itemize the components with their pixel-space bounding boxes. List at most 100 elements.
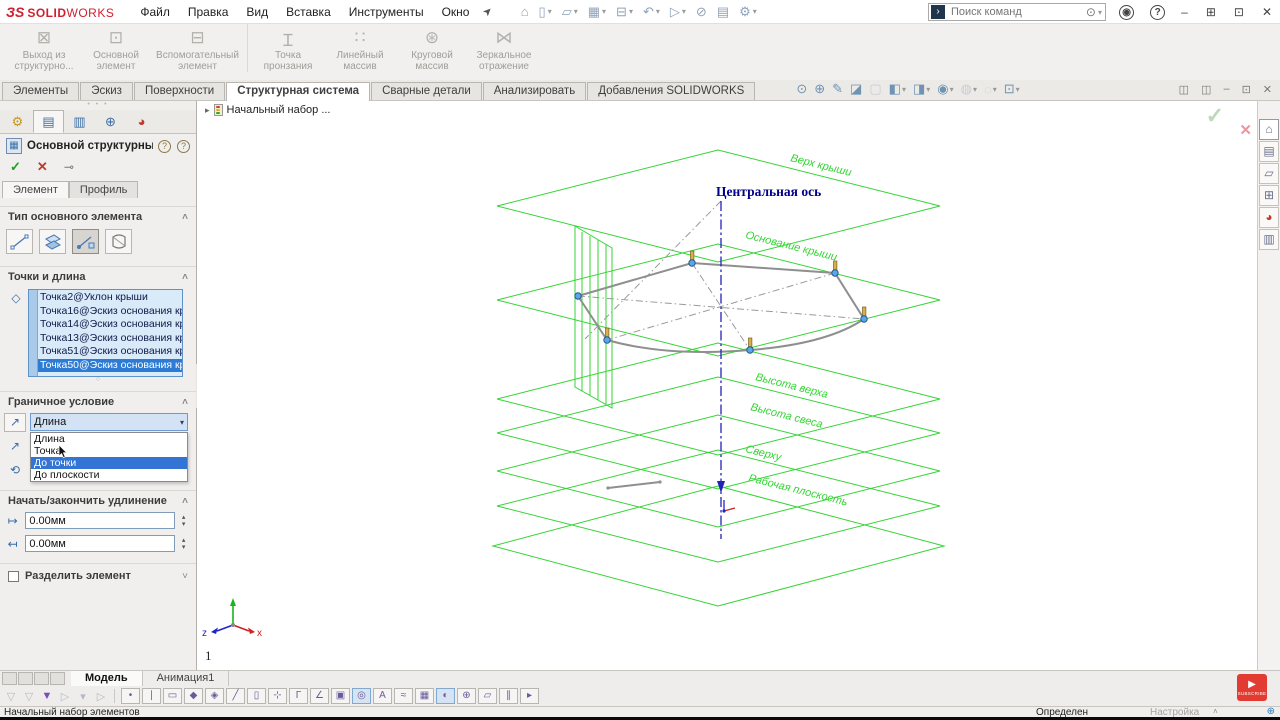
doc-minimize-button[interactable]: – <box>1223 83 1229 96</box>
filter-hatch-icon[interactable]: ▦ <box>415 688 434 704</box>
whats-new-icon[interactable]: ? <box>158 140 171 153</box>
filter-faces-icon[interactable]: ▭ <box>163 688 182 704</box>
filter-solids-icon[interactable]: ◆ <box>184 688 203 704</box>
split-member-checkbox[interactable] <box>8 571 19 582</box>
point-list-item[interactable]: Точка14@Эскиз основания крыши <box>38 318 182 332</box>
end-extend-spinner[interactable]: ▴▾ <box>179 537 188 551</box>
sketch-point[interactable] <box>832 270 838 276</box>
pm-tab-profile[interactable]: Профиль <box>69 181 139 198</box>
section-boundary-header[interactable]: Граничное условие ˄ <box>0 391 196 410</box>
search-caret-icon[interactable]: ▾ <box>1098 8 1102 17</box>
primary-member-button[interactable]: ⊡ Основной элемент <box>80 24 152 72</box>
custom-properties-icon[interactable]: ▥ <box>1259 229 1279 250</box>
filter-toggle-icon[interactable]: ▼ <box>40 690 54 703</box>
linear-pattern-button[interactable]: ∷ Линейный массив <box>324 24 396 72</box>
tab-sketch[interactable]: Эскиз <box>80 82 133 100</box>
filter-section-icon[interactable]: ◐ <box>436 688 455 704</box>
member-type-point-length-button[interactable] <box>72 229 99 254</box>
sketch-point[interactable] <box>575 293 581 299</box>
pane-right-button[interactable]: ◫ <box>1201 83 1211 96</box>
close-button[interactable]: ✕ <box>1262 5 1272 19</box>
panel-grip[interactable]: • • • <box>0 101 196 110</box>
section-extend-header[interactable]: Начать/закончить удлинение ˄ <box>0 490 196 509</box>
help-icon[interactable]: ? <box>177 140 190 153</box>
apply-scene-icon[interactable]: ◌▾ <box>984 82 997 97</box>
menu-item[interactable]: Вид <box>246 5 268 19</box>
filter-all-icon[interactable]: ▽ <box>22 690 36 703</box>
attach-icon[interactable]: ⊘ <box>696 4 707 20</box>
pin-icon[interactable]: ➤ <box>480 4 496 20</box>
graphics-viewport[interactable]: Верх крыши Основание крыши Высота верха … <box>197 101 1258 670</box>
dropdown-option[interactable]: До плоскости <box>31 469 187 481</box>
point-list-item[interactable]: Точка2@Уклон крыши <box>38 291 182 305</box>
circular-pattern-button[interactable]: ⊛ Круговой массив <box>396 24 468 72</box>
previous-view-icon[interactable]: ▢ <box>869 81 881 97</box>
edit-appearance-icon[interactable]: ◍▾ <box>961 81 977 97</box>
restore-button[interactable]: ⊡ <box>1234 5 1244 19</box>
user-account-icon[interactable]: ◉ <box>1119 5 1134 20</box>
save-icon[interactable]: ▦▾ <box>588 4 606 20</box>
ok-button[interactable]: ✓ <box>10 159 21 175</box>
prev-tab-button[interactable] <box>18 672 33 685</box>
menu-item[interactable]: Файл <box>140 5 170 19</box>
propertymanager-tab-icon[interactable]: ▤ <box>33 110 64 133</box>
search-input[interactable] <box>949 5 1086 19</box>
filter-parallel-icon[interactable]: ∥ <box>499 688 518 704</box>
status-caret-icon[interactable]: ˄ <box>1213 707 1218 716</box>
filter-origins-icon[interactable]: ⊹ <box>268 688 287 704</box>
confirm-check-icon[interactable]: ✓ <box>1206 103 1224 129</box>
print-icon[interactable]: ⊟▾ <box>616 4 633 20</box>
home-icon[interactable]: ⌂ <box>521 4 529 19</box>
tab-evaluate[interactable]: Анализировать <box>483 82 586 100</box>
dropdown-option[interactable]: Длина <box>31 433 187 445</box>
dimxpert-tab-icon[interactable]: ⊕ <box>95 110 126 133</box>
filter-text-icon[interactable]: A <box>373 688 392 704</box>
sketch-point[interactable] <box>604 337 610 343</box>
last-tab-button[interactable] <box>50 672 65 685</box>
exit-structure-button[interactable]: ⊠ Выход из структурно... <box>8 24 80 72</box>
dropdown-option[interactable]: До точки <box>31 457 187 469</box>
menu-item[interactable]: Правка <box>188 5 229 19</box>
next-tab-button[interactable] <box>34 672 49 685</box>
appearances-scenes-icon[interactable]: ◕ <box>1259 207 1279 228</box>
tab-model[interactable]: Модель <box>71 671 143 686</box>
open-icon[interactable]: ▱▾ <box>562 4 578 20</box>
dropdown-option[interactable]: Точка <box>31 445 187 457</box>
mirror-button[interactable]: ⋈ Зеркальное отражение <box>468 24 540 72</box>
pierce-point-button[interactable]: Ɪ Точка пронзания <box>252 24 324 72</box>
menu-item[interactable]: Окно <box>442 5 470 19</box>
filter-splines-icon[interactable]: ≈ <box>394 688 413 704</box>
filter-more-icon[interactable]: ▸ <box>520 688 539 704</box>
feature-tree-item-label[interactable]: Начальный набор ... <box>227 104 331 116</box>
section-points-header[interactable]: Точки и длина ˄ <box>0 266 196 285</box>
taskpane-home-icon[interactable]: ⌂ <box>1259 119 1279 140</box>
list-resize-handle[interactable]: ○ <box>0 377 196 383</box>
secondary-member-button[interactable]: ⊟ Вспомогательный элемент <box>152 24 248 72</box>
measure-icon[interactable]: ✎ <box>832 81 843 97</box>
globe-icon[interactable]: ⊕ <box>1267 706 1275 717</box>
member-type-line-button[interactable] <box>6 229 33 254</box>
menu-item[interactable]: Инструменты <box>349 5 424 19</box>
view-orientation-icon[interactable]: ◧▾ <box>889 81 906 97</box>
point-list-item[interactable]: Точка51@Эскиз основания крыши <box>38 345 182 359</box>
sketch-point[interactable] <box>747 347 753 353</box>
filter-coordinate-systems-icon[interactable]: Γ <box>289 688 308 704</box>
tab-features[interactable]: Элементы <box>2 82 79 100</box>
tab-animation[interactable]: Анимация1 <box>143 671 230 686</box>
design-library-icon[interactable]: ▤ <box>1259 141 1279 162</box>
pm-tab-element[interactable]: Элемент <box>2 181 69 198</box>
point-list-item[interactable]: Точка50@Эскиз основания крыши <box>38 359 182 373</box>
doc-restore-button[interactable]: ⊡ <box>1242 83 1251 96</box>
tab-structure-system[interactable]: Структурная система <box>226 82 370 101</box>
featuremanager-tab-icon[interactable]: ⚙ <box>2 110 33 133</box>
dismiss-x-icon[interactable]: ✕ <box>1239 121 1252 139</box>
filter-clear-icon[interactable]: ▽ <box>4 690 18 703</box>
first-tab-button[interactable] <box>2 672 17 685</box>
filter-notes-icon[interactable]: ◎ <box>352 688 371 704</box>
subscribe-button[interactable]: ▶ SUBSCRIBE <box>1237 674 1267 701</box>
zoom-area-icon[interactable]: ⊕ <box>814 81 825 97</box>
tab-addins[interactable]: Добавления SOLIDWORKS <box>587 82 755 100</box>
hide-show-items-icon[interactable]: ◉▾ <box>937 81 953 97</box>
boundary-condition-combo[interactable]: Длина ▾ <box>30 413 188 431</box>
start-extend-spinner[interactable]: ▴▾ <box>179 514 188 528</box>
